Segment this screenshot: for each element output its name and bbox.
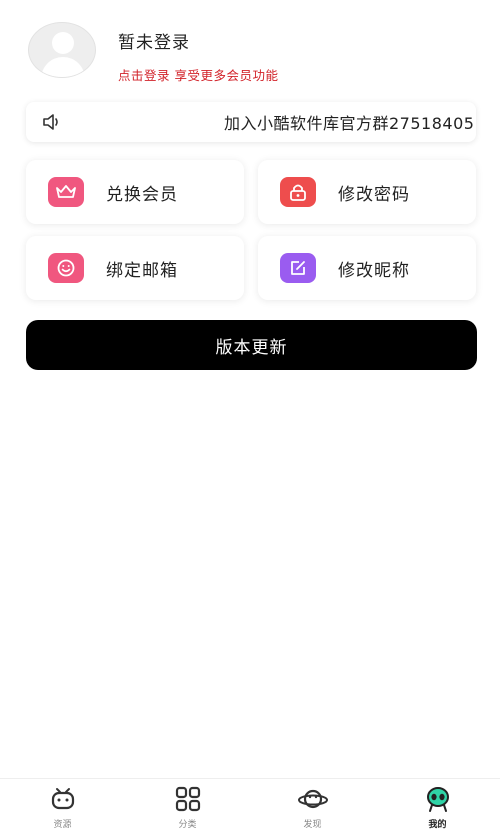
bind-email-card[interactable]: 绑定邮箱 [26,236,244,300]
tab-mine[interactable]: 我的 [375,779,500,833]
card-label-nickname: 修改昵称 [338,260,410,281]
robot-icon [51,788,74,810]
profile-text: 暂未登录 点击登录 享受更多会员功能 [118,22,278,84]
lock-icon [280,177,316,207]
tab-label-resources: 资源 [53,820,72,830]
avatar[interactable] [28,22,96,78]
version-update-button[interactable]: 版本更新 [26,320,477,370]
edit-icon [280,253,316,283]
card-label-email: 绑定邮箱 [106,260,178,281]
card-label-redeem: 兑换会员 [106,184,178,205]
card-label-password: 修改密码 [338,184,410,205]
change-nickname-card[interactable]: 修改昵称 [258,236,476,300]
announcement-text: 加入小酷软件库官方群27518405 [224,114,475,133]
avatar-body [41,57,85,77]
planet-icon [297,789,328,809]
alien-icon [426,787,449,812]
grid-icon [175,786,200,812]
profile-header[interactable]: 暂未登录 点击登录 享受更多会员功能 [28,22,488,88]
announcement-bar[interactable]: 加入小酷软件库官方群27518405 [26,102,476,142]
login-status[interactable]: 暂未登录 [118,28,278,53]
login-hint[interactable]: 点击登录 享受更多会员功能 [118,65,278,84]
redeem-membership-card[interactable]: 兑换会员 [26,160,244,224]
smile-icon [48,253,84,283]
tab-discover[interactable]: 发现 [250,779,375,833]
tab-label-mine: 我的 [428,820,447,830]
tab-label-categories: 分类 [178,820,197,830]
speaker-icon [43,114,58,130]
tab-resources[interactable]: 资源 [0,779,125,833]
tab-categories[interactable]: 分类 [125,779,250,833]
tab-label-discover: 发现 [303,820,322,830]
avatar-head [52,32,74,54]
crown-icon [48,177,84,207]
change-password-card[interactable]: 修改密码 [258,160,476,224]
announcement-clip: 加入小酷软件库官方群27518405 [224,110,476,134]
bottom-tab-bar: 资源 分类 发现 我的 [0,778,500,833]
